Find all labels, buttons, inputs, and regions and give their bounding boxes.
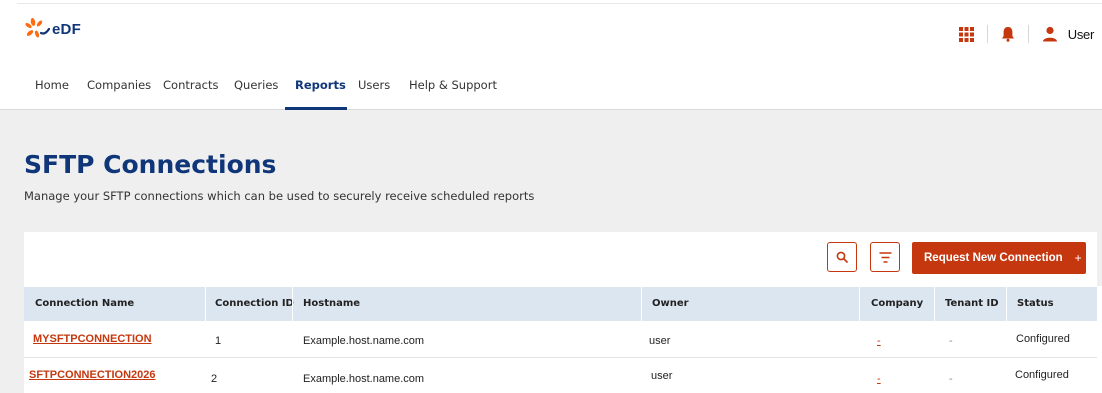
owner-cell: user — [649, 335, 671, 347]
nav-item-users[interactable]: Users — [358, 78, 390, 92]
logo-text: eDF — [52, 21, 81, 38]
filter-button[interactable] — [870, 242, 900, 272]
company-link[interactable]: - — [877, 373, 881, 385]
column-divider — [641, 287, 642, 321]
hostname-cell: Example.host.name.com — [303, 373, 425, 385]
column-header-connection-name[interactable]: Connection Name — [35, 298, 134, 309]
nav-item-home[interactable]: Home — [35, 78, 69, 92]
header-actions: User — [958, 24, 1102, 44]
edf-logo[interactable]: eDF — [24, 17, 81, 39]
app-header: eDF User — [0, 4, 1102, 62]
company-link[interactable]: - — [877, 335, 881, 347]
owner-cell: user — [651, 370, 673, 382]
filter-icon — [879, 251, 891, 263]
nav-item-contracts[interactable]: Contracts — [163, 78, 218, 92]
nav-item-help-support[interactable]: Help & Support — [409, 78, 497, 92]
column-divider — [205, 287, 206, 321]
request-new-connection-button[interactable]: Request New Connection + — [912, 242, 1086, 274]
connection-id-cell: 1 — [215, 335, 222, 347]
column-header-tenant-id[interactable]: Tenant ID — [945, 298, 999, 309]
column-header-connection-id[interactable]: Connection ID — [215, 298, 294, 309]
page-title: SFTP Connections — [24, 150, 277, 179]
connections-table-card: Request New Connection + Connection Name… — [24, 232, 1097, 393]
hostname-cell: Example.host.name.com — [303, 335, 425, 347]
nav-item-reports[interactable]: Reports — [295, 78, 346, 92]
bell-icon[interactable] — [1001, 24, 1015, 44]
header-separator — [986, 25, 988, 43]
column-divider — [934, 287, 935, 321]
request-button-label: Request New Connection — [924, 252, 1063, 264]
right-scroll-gutter — [1097, 286, 1102, 393]
table-row: MYSFTPCONNECTION 1 Example.host.name.com… — [24, 321, 1097, 358]
plus-icon: + — [1074, 251, 1082, 265]
table-header: Connection Name Connection ID Hostname O… — [24, 287, 1097, 321]
tenant-id-cell: - — [949, 373, 953, 385]
connection-id-cell: 2 — [211, 373, 218, 385]
main-content: SFTP Connections Manage your SFTP connec… — [0, 110, 1102, 393]
tenant-id-cell: - — [949, 335, 953, 347]
column-header-status[interactable]: Status — [1017, 298, 1054, 309]
column-header-company[interactable]: Company — [871, 298, 923, 309]
search-icon — [836, 251, 848, 263]
column-divider — [292, 287, 293, 321]
main-navigation: Home Companies Contracts Queries Reports… — [0, 62, 1102, 110]
nav-item-companies[interactable]: Companies — [87, 78, 151, 92]
status-cell: Configured — [1016, 333, 1070, 345]
table-row: SFTPCONNECTION2026 2 Example.host.name.c… — [24, 359, 1097, 393]
user-menu-label[interactable]: User — [1068, 27, 1095, 42]
edf-sun-icon — [25, 18, 50, 38]
column-header-hostname[interactable]: Hostname — [303, 298, 360, 309]
column-divider — [859, 287, 860, 321]
search-button[interactable] — [827, 242, 857, 272]
connection-name-link[interactable]: MYSFTPCONNECTION — [33, 333, 152, 345]
person-icon[interactable] — [1042, 24, 1058, 44]
column-divider — [1006, 287, 1007, 321]
status-cell: Configured — [1015, 369, 1069, 381]
page-subtitle: Manage your SFTP connections which can b… — [24, 189, 535, 203]
grid-icon[interactable] — [958, 24, 974, 44]
connection-name-link[interactable]: SFTPCONNECTION2026 — [29, 369, 156, 381]
nav-item-queries[interactable]: Queries — [234, 78, 278, 92]
header-separator — [1027, 25, 1029, 43]
column-header-owner[interactable]: Owner — [652, 298, 689, 309]
